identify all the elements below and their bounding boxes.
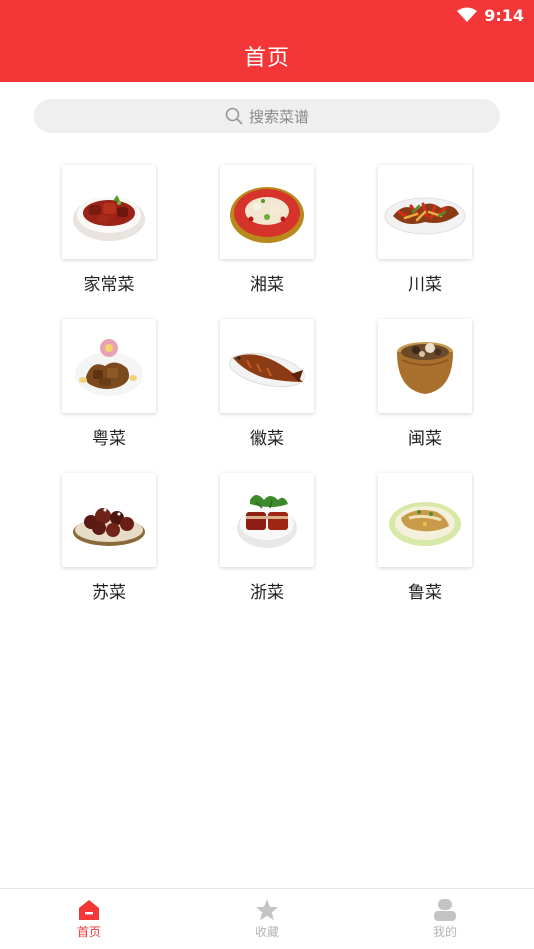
spicy-fish-platter-image — [230, 187, 304, 243]
category-item-yuecai[interactable]: 粤菜 — [30, 319, 188, 451]
category-label: 闽菜 — [408, 429, 442, 449]
search-icon — [225, 107, 243, 125]
nav-label-favorites: 收藏 — [254, 925, 279, 939]
category-label: 家常菜 — [83, 275, 135, 295]
buddha-jumps-wall-pot-image — [397, 342, 453, 394]
category-item-sucai[interactable]: 苏菜 — [30, 473, 188, 605]
wifi-icon — [457, 7, 478, 23]
star-icon — [255, 899, 279, 921]
category-thumb — [220, 165, 314, 259]
search-bar[interactable]: 搜索菜谱 — [34, 99, 500, 133]
category-item-huicai[interactable]: 徽菜 — [188, 319, 346, 451]
category-item-mincai[interactable]: 闽菜 — [346, 319, 504, 451]
app-screen: 9:14 首页 搜索菜谱 家常菜 湘菜 川菜 粤菜 徽菜 闽菜 苏菜 浙菜 鲁菜… — [0, 0, 534, 949]
nav-item-home[interactable]: 首页 — [0, 889, 178, 949]
nav-item-favorites[interactable]: 收藏 — [178, 889, 356, 949]
category-item-zhecai[interactable]: 浙菜 — [188, 473, 346, 605]
category-thumb — [62, 319, 156, 413]
category-grid: 家常菜 湘菜 川菜 粤菜 徽菜 闽菜 苏菜 浙菜 鲁菜 — [30, 165, 504, 605]
category-label: 粤菜 — [92, 429, 126, 449]
app-header: 9:14 首页 — [0, 0, 534, 82]
braised-pork-bowl-image — [73, 195, 145, 241]
category-thumb — [220, 473, 314, 567]
status-time: 9:14 — [484, 5, 524, 25]
nav-label-home: 首页 — [76, 925, 101, 939]
category-item-xiangcai[interactable]: 湘菜 — [188, 165, 346, 297]
steamed-fish-plate-image — [389, 502, 461, 546]
nav-label-profile: 我的 — [432, 925, 457, 939]
category-label: 徽菜 — [250, 429, 284, 449]
category-label: 鲁菜 — [408, 583, 442, 603]
user-icon — [433, 899, 457, 921]
dongpo-pork-image — [237, 495, 297, 548]
sweet-sour-ribs-image — [73, 508, 145, 546]
category-thumb — [62, 473, 156, 567]
category-label: 川菜 — [408, 275, 442, 295]
category-item-jiachangcai[interactable]: 家常菜 — [30, 165, 188, 297]
category-thumb — [220, 319, 314, 413]
category-thumb — [62, 165, 156, 259]
category-item-lucai[interactable]: 鲁菜 — [346, 473, 504, 605]
category-thumb — [378, 473, 472, 567]
nav-item-profile[interactable]: 我的 — [356, 889, 534, 949]
status-bar: 9:14 — [457, 4, 524, 26]
category-label: 苏菜 — [92, 583, 126, 603]
category-label: 浙菜 — [250, 583, 284, 603]
category-thumb — [378, 165, 472, 259]
home-icon — [77, 899, 101, 921]
braised-fish-image — [229, 352, 305, 388]
roast-goose-platter-image — [75, 339, 143, 396]
stir-fried-peppers-image — [384, 197, 466, 235]
category-thumb — [378, 319, 472, 413]
page-title: 首页 — [243, 46, 290, 71]
bottom-nav: 首页 收藏 我的 — [0, 888, 534, 949]
search-placeholder: 搜索菜谱 — [248, 107, 309, 126]
category-item-chuancai[interactable]: 川菜 — [346, 165, 504, 297]
category-label: 湘菜 — [250, 275, 284, 295]
